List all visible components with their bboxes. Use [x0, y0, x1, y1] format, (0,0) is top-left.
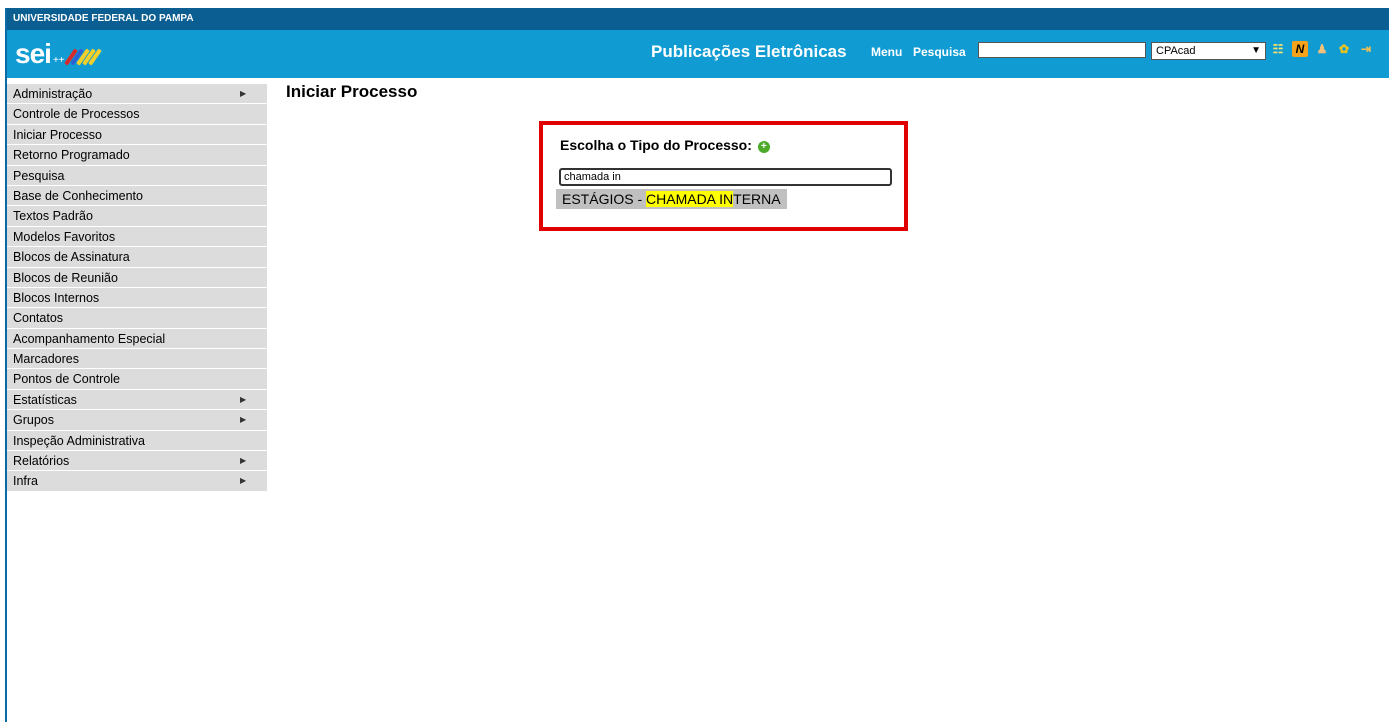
- sidebar-item-label: Administração: [13, 87, 93, 101]
- search-link[interactable]: Pesquisa: [913, 45, 966, 59]
- sidebar-item[interactable]: Controle de Processos: [7, 104, 267, 125]
- logo-text: sei: [15, 38, 52, 69]
- sidebar-item-label: Relatórios: [13, 454, 70, 469]
- sidebar-item[interactable]: Pesquisa: [7, 166, 267, 186]
- sidebar-item[interactable]: Modelos Favoritos: [7, 227, 267, 248]
- sidebar-item[interactable]: Acompanhamento Especial: [7, 329, 267, 350]
- logo-suffix: ++: [52, 55, 65, 66]
- system-title: Publicações Eletrônicas: [651, 42, 847, 61]
- sidebar-item-label: Pontos de Controle: [13, 372, 121, 387]
- sidebar-menu: Administração ▶ Controle de Processos Inici…: [7, 84, 267, 492]
- list-icon[interactable]: ☷: [1270, 41, 1286, 57]
- sei-logo[interactable]: sei ++: [15, 38, 102, 69]
- chevron-right-icon: ▶: [240, 456, 247, 466]
- settings-icon[interactable]: ✿: [1336, 41, 1352, 57]
- sidebar-item-label: Contatos: [13, 311, 64, 326]
- app-frame: UNIVERSIDADE FEDERAL DO PAMPA sei ++ Pub…: [5, 8, 1389, 722]
- unit-select[interactable]: CPAcad ▼: [1151, 42, 1266, 60]
- exit-icon[interactable]: ⇥: [1358, 41, 1374, 57]
- suggestion-prefix: ESTÁGIOS -: [562, 191, 647, 207]
- suggestion-match: CHAMADA IN: [646, 191, 734, 207]
- sidebar-item[interactable]: Pontos de Controle: [7, 369, 267, 390]
- sidebar-item-label: Inspeção Administrativa: [13, 433, 146, 448]
- sidebar-item[interactable]: Contatos: [7, 308, 267, 329]
- sidebar-item[interactable]: Textos Padrão: [7, 206, 267, 227]
- chevron-right-icon: ▶: [240, 89, 247, 98]
- sidebar-item-label: Acompanhamento Especial: [13, 331, 166, 346]
- process-type-label: Escolha o Tipo do Processo: +: [560, 137, 770, 153]
- notifications-icon[interactable]: N: [1292, 41, 1308, 57]
- sidebar-item[interactable]: Blocos de Assinatura: [7, 247, 267, 268]
- sidebar-item[interactable]: Grupos ▶: [7, 410, 267, 431]
- sidebar-item-label: Retorno Programado: [13, 148, 130, 163]
- sidebar-item[interactable]: Blocos Internos: [7, 288, 267, 309]
- university-name: UNIVERSIDADE FEDERAL DO PAMPA: [13, 13, 194, 24]
- sidebar-item-label: Pesquisa: [13, 168, 65, 183]
- sidebar-item-label: Textos Padrão: [13, 209, 93, 224]
- sidebar-item-label: Infra: [13, 474, 39, 489]
- sidebar-item[interactable]: Administração ▶: [7, 84, 267, 105]
- add-icon[interactable]: +: [757, 141, 770, 153]
- sidebar-item-label: Blocos de Reunião: [13, 270, 118, 285]
- process-type-label-text: Escolha o Tipo do Processo:: [560, 137, 752, 153]
- header: sei ++ Publicações Eletrônicas Menu Pesq…: [7, 30, 1389, 78]
- chevron-right-icon: ▶: [240, 476, 247, 486]
- sidebar-item-label: Grupos: [13, 413, 54, 428]
- suggestion-suffix: TERNA: [733, 191, 781, 207]
- sidebar-item[interactable]: Base de Conhecimento: [7, 186, 267, 207]
- sidebar-item[interactable]: Inspeção Administrativa: [7, 431, 267, 452]
- sidebar-item-label: Base de Conhecimento: [13, 188, 143, 203]
- chevron-right-icon: ▶: [240, 394, 247, 404]
- sidebar-item[interactable]: Estatísticas ▶: [7, 390, 267, 411]
- sidebar-item-label: Estatísticas: [13, 392, 77, 407]
- chevron-right-icon: ▶: [240, 415, 247, 425]
- sidebar-item[interactable]: Iniciar Processo: [7, 125, 267, 146]
- sidebar-item-label: Blocos de Assinatura: [13, 250, 130, 265]
- process-type-input[interactable]: [559, 168, 892, 186]
- sidebar-item[interactable]: Marcadores: [7, 349, 267, 370]
- user-icon[interactable]: ♟: [1314, 41, 1330, 57]
- sidebar-item-label: Marcadores: [13, 352, 79, 367]
- page-title: Iniciar Processo: [286, 82, 418, 101]
- menu-link[interactable]: Menu: [871, 45, 902, 59]
- sidebar-item-label: Iniciar Processo: [13, 127, 102, 142]
- university-bar: UNIVERSIDADE FEDERAL DO PAMPA: [7, 8, 1389, 30]
- sidebar-item-label: Blocos Internos: [13, 290, 100, 305]
- search-input[interactable]: [978, 42, 1146, 58]
- sidebar-item[interactable]: Infra ▶: [7, 471, 267, 492]
- sidebar-item[interactable]: Relatórios ▶: [7, 451, 267, 472]
- unit-select-value: CPAcad: [1156, 45, 1196, 57]
- sidebar-item-label: Modelos Favoritos: [13, 229, 116, 244]
- sidebar-item[interactable]: Retorno Programado: [7, 145, 267, 166]
- autocomplete-suggestion[interactable]: ESTÁGIOS - CHAMADA INTERNA: [556, 189, 787, 209]
- pens-icon: [63, 48, 102, 66]
- sidebar-item[interactable]: Blocos de Reunião: [7, 268, 267, 288]
- chevron-down-icon: ▼: [1251, 45, 1261, 56]
- sidebar-item-label: Controle de Processos: [13, 107, 140, 122]
